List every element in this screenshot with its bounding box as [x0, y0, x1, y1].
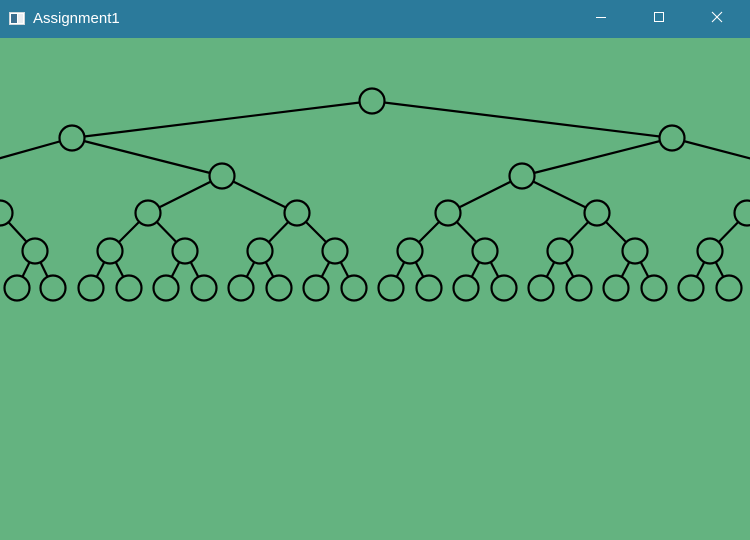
tree-node: [5, 276, 30, 301]
tree-node: [229, 276, 254, 301]
window-title: Assignment1: [33, 10, 120, 28]
tree-node: [510, 164, 535, 189]
tree-node: [98, 239, 123, 264]
tree-node: [585, 201, 610, 226]
tree-node: [567, 276, 592, 301]
close-button[interactable]: [694, 0, 740, 38]
tree-node: [417, 276, 442, 301]
tree-node: [248, 239, 273, 264]
tree-node: [679, 276, 704, 301]
tree-node: [342, 276, 367, 301]
minimize-button[interactable]: [578, 0, 624, 38]
tree-node: [698, 239, 723, 264]
tree-node: [136, 201, 161, 226]
tree-node: [436, 201, 461, 226]
tree-node: [285, 201, 310, 226]
tree-node: [79, 276, 104, 301]
tree-node: [398, 239, 423, 264]
tree-edge: [522, 138, 672, 176]
tree-node: [379, 276, 404, 301]
tree-node: [604, 276, 629, 301]
tree-node: [492, 276, 517, 301]
minimize-icon: [595, 10, 607, 28]
tree-node: [267, 276, 292, 301]
tree-node: [323, 239, 348, 264]
maximize-icon: [653, 10, 665, 28]
drawing-canvas: [0, 38, 750, 535]
tree-node: [304, 276, 329, 301]
tree-node: [154, 276, 179, 301]
tree-node: [210, 164, 235, 189]
tree-edge: [372, 101, 672, 138]
tree-node: [717, 276, 742, 301]
tree-node: [454, 276, 479, 301]
tree-node: [0, 201, 13, 226]
tree-node: [473, 239, 498, 264]
app-window: Assignment1: [0, 0, 750, 535]
tree-node: [173, 239, 198, 264]
tree-node: [60, 126, 85, 151]
tree-node: [642, 276, 667, 301]
tree-node: [192, 276, 217, 301]
close-icon: [711, 10, 723, 28]
tree-node: [623, 239, 648, 264]
maximize-button[interactable]: [636, 0, 682, 38]
tree-node: [117, 276, 142, 301]
tree-node: [23, 239, 48, 264]
tree-node: [548, 239, 573, 264]
tree-node: [360, 89, 385, 114]
tree-edge: [72, 101, 372, 138]
app-window-icon: [9, 12, 25, 25]
tree-edge: [72, 138, 222, 176]
tree-node: [735, 201, 750, 226]
title-bar[interactable]: Assignment1: [0, 0, 750, 38]
tree-node: [529, 276, 554, 301]
tree-node: [660, 126, 685, 151]
tree-node: [41, 276, 66, 301]
binary-tree-drawing: [0, 38, 750, 535]
